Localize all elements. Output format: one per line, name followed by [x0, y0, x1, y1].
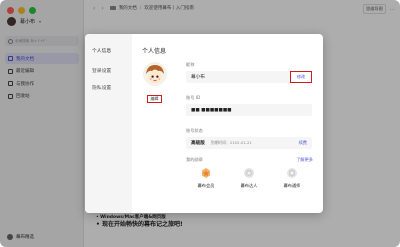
medal-label: 幕布通师: [283, 183, 301, 188]
account-id-value: ■■ ■■■■■■■: [191, 107, 232, 113]
medal-master-icon: [287, 168, 297, 178]
account-status-field: 高级版 到期时间：2102-01-21 续费: [186, 137, 312, 149]
app-window: 幕小布 ▾ 全局搜索 ⌘+⇧+F 我的文档 最近编辑 与我协作 回收站 幕布精选…: [0, 0, 400, 247]
page-title: 个人信息: [142, 48, 167, 55]
medal-label: 幕布会员: [197, 183, 215, 188]
medal-item[interactable]: 幕布会员: [186, 167, 226, 189]
medals-label: 我的勋章: [186, 157, 203, 162]
tab-login[interactable]: 登录设置: [92, 67, 111, 74]
tab-profile[interactable]: 个人信息: [92, 47, 111, 54]
settings-tabs: 个人信息 登录设置 隐私设置: [85, 34, 132, 213]
settings-modal: 个人信息 登录设置 隐私设置 个人信息 编辑 昵称 幕小布 修改 账号 ID ■…: [85, 34, 323, 213]
plan-name: 高级版: [191, 141, 205, 146]
medal-expert-icon: [244, 168, 254, 178]
medal-item[interactable]: 幕布通师: [272, 167, 312, 189]
account-status-label: 账号状态: [186, 128, 203, 133]
edit-avatar-button[interactable]: 编辑: [147, 95, 162, 103]
nickname-label: 昵称: [186, 62, 195, 67]
renew-link[interactable]: 续费: [299, 140, 307, 146]
settings-content: 个人信息 编辑 昵称 幕小布 修改 账号 ID ■■ ■■■■■■■ 账号状态 …: [132, 34, 323, 213]
medal-member-icon: [202, 168, 210, 178]
medal-item[interactable]: 幕布达人: [229, 167, 269, 189]
medal-label: 幕布达人: [240, 183, 258, 188]
avatar-illustration: [144, 64, 166, 86]
modify-nickname-button[interactable]: 修改: [290, 71, 312, 83]
account-id-label: 账号 ID: [186, 95, 201, 100]
nickname-value: 幕小布: [191, 75, 205, 80]
learn-more-link[interactable]: 了解更多: [296, 157, 313, 163]
tab-privacy[interactable]: 隐私设置: [92, 84, 111, 91]
account-id-field: ■■ ■■■■■■■: [186, 104, 312, 116]
profile-avatar[interactable]: [143, 62, 167, 86]
plan-expire: 到期时间：2102-01-21: [210, 140, 252, 145]
